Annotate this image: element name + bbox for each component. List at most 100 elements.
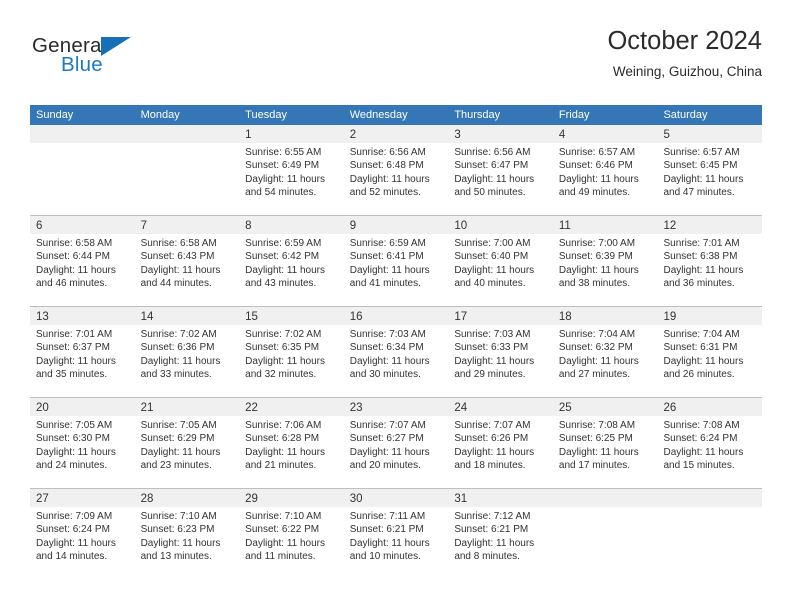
day-cell[interactable]: 16 Sunrise: 7:03 AM Sunset: 6:34 PM Dayl… (343, 307, 449, 397)
day-number-band: 8 (239, 216, 344, 234)
calendar-week-row: 20 Sunrise: 7:05 AM Sunset: 6:30 PM Dayl… (30, 397, 763, 488)
day-number-band: 30 (343, 489, 449, 507)
sunrise-text: Sunrise: 7:05 AM (36, 420, 113, 431)
sunset-text: Sunset: 6:47 PM (454, 160, 529, 172)
day-cell[interactable]: 14 Sunrise: 7:02 AM Sunset: 6:36 PM Dayl… (134, 307, 240, 397)
day-cell (134, 125, 240, 215)
sunrise-text: Sunrise: 6:56 AM (454, 147, 531, 158)
sunrise-text: Sunrise: 7:10 AM (140, 511, 217, 522)
day-number-band: 7 (134, 216, 240, 234)
sunset-text: Sunset: 6:23 PM (140, 524, 215, 536)
day-number: 13 (36, 311, 49, 323)
day-number: 3 (454, 129, 461, 141)
day-cell[interactable]: 11 Sunrise: 7:00 AM Sunset: 6:39 PM Dayl… (552, 216, 658, 306)
day-details: Sunrise: 7:08 AM Sunset: 6:24 PM Dayligh… (657, 416, 762, 473)
day-cell[interactable]: 9 Sunrise: 6:59 AM Sunset: 6:41 PM Dayli… (343, 216, 449, 306)
day-number-band: 13 (30, 307, 135, 325)
daylight-text-line1: Daylight: 11 hours (454, 537, 535, 549)
day-details: Sunrise: 6:57 AM Sunset: 6:46 PM Dayligh… (553, 143, 658, 200)
day-number-band: 5 (657, 125, 763, 143)
generalblue-logo[interactable]: General Blue (32, 34, 232, 90)
day-details: Sunrise: 6:58 AM Sunset: 6:43 PM Dayligh… (135, 234, 240, 291)
day-details (135, 143, 240, 146)
day-details: Sunrise: 7:04 AM Sunset: 6:32 PM Dayligh… (553, 325, 658, 382)
sunrise-text: Sunrise: 7:02 AM (245, 329, 322, 340)
day-cell[interactable]: 28 Sunrise: 7:10 AM Sunset: 6:23 PM Dayl… (134, 489, 240, 579)
logo-text-blue: Blue (61, 53, 103, 76)
day-cell[interactable]: 5 Sunrise: 6:57 AM Sunset: 6:45 PM Dayli… (657, 125, 763, 215)
sunrise-text: Sunrise: 7:03 AM (349, 329, 426, 340)
day-cell[interactable]: 26 Sunrise: 7:08 AM Sunset: 6:24 PM Dayl… (657, 398, 763, 488)
sunrise-text: Sunrise: 6:56 AM (349, 147, 426, 158)
day-cell[interactable]: 25 Sunrise: 7:08 AM Sunset: 6:25 PM Dayl… (552, 398, 658, 488)
daylight-text-line1: Daylight: 11 hours (454, 264, 535, 276)
day-number: 5 (663, 129, 670, 141)
daylight-text-line1: Daylight: 11 hours (140, 355, 221, 367)
daylight-text-line2: and 23 minutes. (140, 460, 212, 472)
day-cell[interactable]: 13 Sunrise: 7:01 AM Sunset: 6:37 PM Dayl… (30, 307, 135, 397)
day-cell[interactable]: 27 Sunrise: 7:09 AM Sunset: 6:24 PM Dayl… (30, 489, 135, 579)
daylight-text-line1: Daylight: 11 hours (558, 264, 639, 276)
day-details: Sunrise: 6:56 AM Sunset: 6:48 PM Dayligh… (344, 143, 449, 200)
day-cell[interactable]: 29 Sunrise: 7:10 AM Sunset: 6:22 PM Dayl… (239, 489, 344, 579)
day-cell[interactable]: 4 Sunrise: 6:57 AM Sunset: 6:46 PM Dayli… (552, 125, 658, 215)
day-details: Sunrise: 7:05 AM Sunset: 6:30 PM Dayligh… (30, 416, 135, 473)
day-cell[interactable]: 24 Sunrise: 7:07 AM Sunset: 6:26 PM Dayl… (448, 398, 553, 488)
sunset-text: Sunset: 6:40 PM (454, 251, 529, 263)
day-cell[interactable]: 21 Sunrise: 7:05 AM Sunset: 6:29 PM Dayl… (134, 398, 240, 488)
day-cell[interactable]: 31 Sunrise: 7:12 AM Sunset: 6:21 PM Dayl… (448, 489, 553, 579)
daylight-text-line2: and 20 minutes. (349, 460, 421, 472)
day-cell[interactable]: 23 Sunrise: 7:07 AM Sunset: 6:27 PM Dayl… (343, 398, 449, 488)
triangle-icon (101, 37, 131, 56)
day-number-band: 20 (30, 398, 135, 416)
day-number-band (657, 489, 763, 507)
daylight-text-line1: Daylight: 11 hours (36, 355, 116, 367)
day-number-band: 31 (448, 489, 553, 507)
day-number-band: 24 (448, 398, 553, 416)
daylight-text-line1: Daylight: 11 hours (36, 264, 116, 276)
day-cell[interactable]: 3 Sunrise: 6:56 AM Sunset: 6:47 PM Dayli… (448, 125, 553, 215)
day-cell[interactable]: 10 Sunrise: 7:00 AM Sunset: 6:40 PM Dayl… (448, 216, 553, 306)
day-cell[interactable]: 8 Sunrise: 6:59 AM Sunset: 6:42 PM Dayli… (239, 216, 344, 306)
day-cell[interactable]: 7 Sunrise: 6:58 AM Sunset: 6:43 PM Dayli… (134, 216, 240, 306)
day-details: Sunrise: 7:00 AM Sunset: 6:39 PM Dayligh… (553, 234, 658, 291)
sunrise-text: Sunrise: 6:59 AM (349, 238, 426, 249)
day-cell[interactable]: 15 Sunrise: 7:02 AM Sunset: 6:35 PM Dayl… (239, 307, 344, 397)
day-details: Sunrise: 7:02 AM Sunset: 6:35 PM Dayligh… (239, 325, 344, 382)
day-cell[interactable]: 20 Sunrise: 7:05 AM Sunset: 6:30 PM Dayl… (30, 398, 135, 488)
calendar-week-row: 13 Sunrise: 7:01 AM Sunset: 6:37 PM Dayl… (30, 306, 763, 397)
sunset-text: Sunset: 6:41 PM (349, 251, 424, 263)
day-number: 8 (245, 220, 252, 232)
calendar-page: General Blue October 2024 Weining, Guizh… (0, 0, 792, 612)
day-number-band: 9 (343, 216, 449, 234)
daylight-text-line1: Daylight: 11 hours (454, 446, 535, 458)
sunrise-text: Sunrise: 7:11 AM (349, 511, 426, 522)
weekday-header-friday: Friday (558, 109, 590, 121)
day-number: 17 (454, 311, 468, 323)
sunset-text: Sunset: 6:48 PM (349, 160, 424, 172)
day-details: Sunrise: 7:07 AM Sunset: 6:26 PM Dayligh… (448, 416, 553, 473)
daylight-text-line1: Daylight: 11 hours (349, 264, 430, 276)
day-details: Sunrise: 6:56 AM Sunset: 6:47 PM Dayligh… (448, 143, 553, 200)
sunrise-text: Sunrise: 7:00 AM (558, 238, 636, 249)
daylight-text-line2: and 30 minutes. (349, 369, 421, 381)
day-details: Sunrise: 6:55 AM Sunset: 6:49 PM Dayligh… (239, 143, 344, 200)
day-cell[interactable]: 2 Sunrise: 6:56 AM Sunset: 6:48 PM Dayli… (343, 125, 449, 215)
sunrise-text: Sunrise: 6:59 AM (245, 238, 322, 249)
day-cell[interactable]: 1 Sunrise: 6:55 AM Sunset: 6:49 PM Dayli… (239, 125, 344, 215)
daylight-text-line1: Daylight: 11 hours (663, 173, 744, 185)
day-cell[interactable]: 12 Sunrise: 7:01 AM Sunset: 6:38 PM Dayl… (657, 216, 763, 306)
day-number: 20 (36, 402, 49, 414)
weekday-header-row: Sunday Monday Tuesday Wednesday Thursday… (30, 105, 762, 125)
day-cell[interactable]: 18 Sunrise: 7:04 AM Sunset: 6:32 PM Dayl… (552, 307, 658, 397)
daylight-text-line2: and 36 minutes. (663, 278, 735, 290)
day-cell[interactable]: 30 Sunrise: 7:11 AM Sunset: 6:21 PM Dayl… (343, 489, 449, 579)
day-number: 24 (454, 402, 468, 414)
daylight-text-line2: and 46 minutes. (36, 278, 108, 290)
day-cell[interactable]: 17 Sunrise: 7:03 AM Sunset: 6:33 PM Dayl… (448, 307, 553, 397)
day-cell[interactable]: 19 Sunrise: 7:04 AM Sunset: 6:31 PM Dayl… (657, 307, 763, 397)
day-cell[interactable]: 22 Sunrise: 7:06 AM Sunset: 6:28 PM Dayl… (239, 398, 344, 488)
title-block: October 2024 Weining, Guizhou, China (607, 26, 762, 82)
daylight-text-line1: Daylight: 11 hours (349, 537, 430, 549)
day-cell[interactable]: 6 Sunrise: 6:58 AM Sunset: 6:44 PM Dayli… (30, 216, 135, 306)
